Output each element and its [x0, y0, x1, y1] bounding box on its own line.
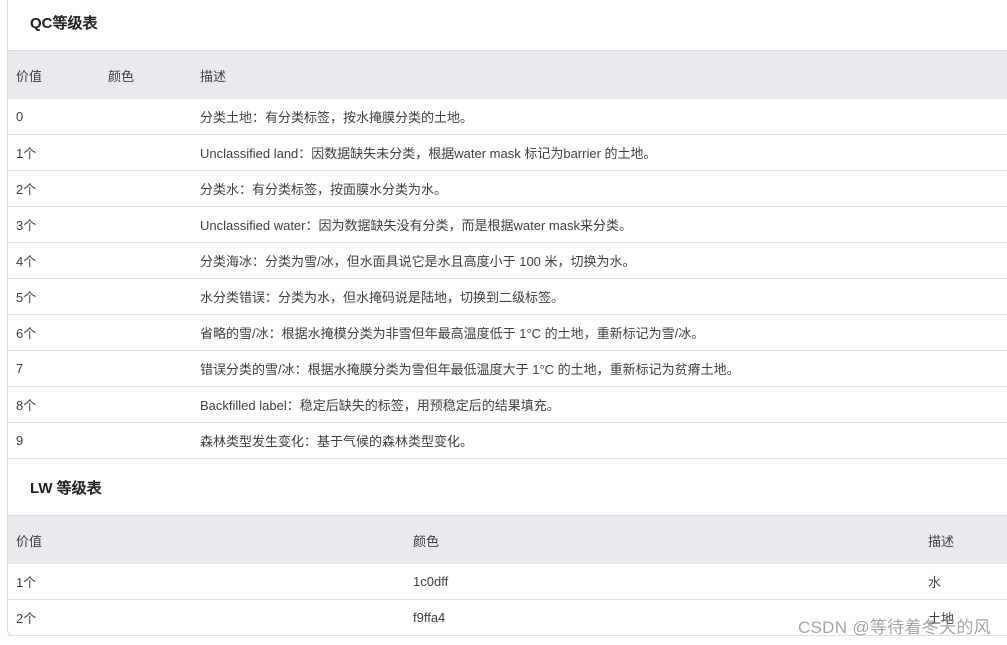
qc-cell-desc: Backfilled label：稳定后缺失的标签，用预稳定后的结果填充。	[192, 386, 1007, 423]
qc-cell-color	[100, 206, 192, 243]
qc-cell-desc: 分类水：有分类标签，按面膜水分类为水。	[192, 170, 1007, 207]
qc-cell-desc: 水分类错误：分类为水，但水掩码说是陆地，切换到二级标签。	[192, 278, 1007, 315]
qc-section-title: QC等级表	[30, 15, 98, 32]
qc-cell-color	[100, 350, 192, 387]
lw-section-title: LW 等级表	[30, 480, 102, 497]
qc-cell-value: 1个	[8, 134, 100, 171]
qc-table-row: 4个 分类海冰：分类为雪/冰，但水面具说它是水且高度小于 100 米，切换为水。	[8, 242, 1007, 279]
qc-cell-color	[100, 170, 192, 207]
qc-header-desc: 描述	[192, 50, 1007, 99]
qc-cell-color	[100, 314, 192, 351]
lw-header-value: 价值	[8, 515, 405, 564]
lw-cell-value: 1个	[8, 564, 405, 600]
qc-table-row: 8个 Backfilled label：稳定后缺失的标签，用预稳定后的结果填充。	[8, 386, 1007, 423]
qc-cell-color	[100, 134, 192, 171]
lw-cell-value: 2个	[8, 599, 405, 636]
qc-cell-value: 9	[8, 422, 100, 459]
qc-cell-value: 5个	[8, 278, 100, 315]
qc-cell-desc: 错误分类的雪/冰：根据水掩膜分类为雪但年最低温度大于 1°C 的土地，重新标记为…	[192, 350, 1007, 387]
lw-cell-desc: 水	[920, 564, 1007, 600]
qc-header-row: 价值 颜色 描述	[8, 50, 1007, 99]
qc-cell-value: 7	[8, 350, 100, 387]
lw-header-row: 价值 颜色 描述	[8, 515, 1007, 564]
qc-table-row: 0 分类土地：有分类标签，按水掩膜分类的土地。	[8, 99, 1007, 135]
csdn-watermark: CSDN @等待着冬天的风	[797, 618, 991, 637]
qc-cell-desc: 分类土地：有分类标签，按水掩膜分类的土地。	[192, 99, 1007, 135]
qc-cell-color	[100, 99, 192, 135]
qc-cell-value: 3个	[8, 206, 100, 243]
qc-cell-color	[100, 242, 192, 279]
qc-cell-color	[100, 278, 192, 315]
qc-cell-color	[100, 386, 192, 423]
qc-table-row: 2个 分类水：有分类标签，按面膜水分类为水。	[8, 170, 1007, 207]
qc-cell-desc: Unclassified land：因数据缺失未分类，根据water mask …	[192, 134, 1007, 171]
lw-header-color: 颜色	[405, 515, 920, 564]
qc-cell-desc: 分类海冰：分类为雪/冰，但水面具说它是水且高度小于 100 米，切换为水。	[192, 242, 1007, 279]
qc-cell-color	[100, 422, 192, 459]
qc-table-row: 6个 省略的雪/冰：根据水掩模分类为非雪但年最高温度低于 1°C 的土地，重新标记…	[8, 314, 1007, 351]
qc-table-row: 9 森林类型发生变化：基于气候的森林类型变化。	[8, 422, 1007, 459]
qc-cell-value: 2个	[8, 170, 100, 207]
qc-cell-desc: 省略的雪/冰：根据水掩模分类为非雪但年最高温度低于 1°C 的土地，重新标记为雪…	[192, 314, 1007, 351]
qc-cell-desc: 森林类型发生变化：基于气候的森林类型变化。	[192, 422, 1007, 459]
lw-header-desc: 描述	[920, 515, 1007, 564]
qc-cell-value: 0	[8, 99, 100, 135]
qc-header-value: 价值	[8, 50, 100, 99]
qc-table-row: 3个 Unclassified water：因为数据缺失没有分类，而是根据wate…	[8, 206, 1007, 243]
qc-cell-desc: Unclassified water：因为数据缺失没有分类，而是根据water …	[192, 206, 1007, 243]
qc-table-row: 1个 Unclassified land：因数据缺失未分类，根据water mas…	[8, 134, 1007, 171]
content-card: QC等级表 价值 颜色 描述 0 分类土地：有分类标签，按水掩膜分类的土地。 1个 U…	[7, 0, 1007, 636]
qc-table-row: 5个 水分类错误：分类为水，但水掩码说是陆地，切换到二级标签。	[8, 278, 1007, 315]
qc-table-row: 7 错误分类的雪/冰：根据水掩膜分类为雪但年最低温度大于 1°C 的土地，重新标记…	[8, 350, 1007, 387]
qc-cell-value: 4个	[8, 242, 100, 279]
qc-table: 价值 颜色 描述 0 分类土地：有分类标签，按水掩膜分类的土地。 1个 Unclass…	[8, 50, 1007, 459]
qc-cell-value: 6个	[8, 314, 100, 351]
qc-cell-value: 8个	[8, 386, 100, 423]
lw-table-row: 1个 1c0dff 水	[8, 564, 1007, 600]
lw-cell-color: 1c0dff	[405, 564, 920, 600]
qc-header-color: 颜色	[100, 50, 192, 99]
